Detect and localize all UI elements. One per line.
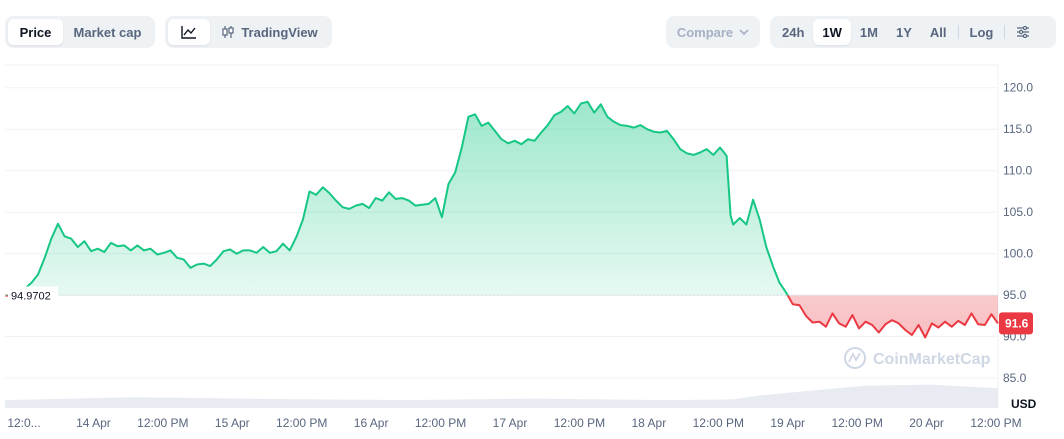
tradingview-label: TradingView — [241, 24, 318, 40]
range-24h[interactable]: 24h — [773, 19, 813, 45]
y-tick-label: 105.0 — [1003, 205, 1033, 219]
price-area — [4, 100, 999, 339]
x-tick-label: 20 Apr — [909, 416, 944, 430]
x-tick-label: 12:00 PM — [276, 416, 327, 430]
divider — [1004, 25, 1006, 39]
x-tick-label: 12:0... — [7, 416, 40, 430]
x-tick-label: 16 Apr — [354, 416, 389, 430]
range-1w[interactable]: 1W — [813, 19, 851, 45]
chart-type-switch: Price Market cap — [5, 16, 155, 48]
range-1y[interactable]: 1Y — [887, 19, 921, 45]
y-tick-label: 120.0 — [1003, 81, 1033, 95]
price-chart-svg: CoinMarketCap 94.9702 85.090.095.0100.01… — [4, 64, 1037, 430]
baseline-label: 94.9702 — [11, 290, 51, 302]
y-tick-label: 115.0 — [1003, 122, 1032, 136]
x-tick-label: 12:00 PM — [693, 416, 744, 430]
watermark-text: CoinMarketCap — [873, 351, 991, 368]
candlestick-icon — [222, 26, 234, 38]
currency-label: USD — [1011, 397, 1037, 411]
tradingview-button[interactable]: TradingView — [210, 19, 329, 45]
y-tick-label: 100.0 — [1003, 247, 1033, 261]
y-tick-label: 95.0 — [1003, 288, 1027, 302]
compare-dropdown[interactable]: Compare — [666, 16, 760, 48]
y-tick-label: 110.0 — [1003, 164, 1032, 178]
x-tick-label: 17 Apr — [493, 416, 528, 430]
chevron-down-icon — [739, 28, 749, 35]
sliders-icon — [1017, 26, 1030, 38]
coinmarketcap-watermark: CoinMarketCap — [844, 347, 991, 369]
tab-price[interactable]: Price — [8, 19, 63, 45]
x-tick-label: 15 Apr — [215, 416, 250, 430]
y-tick-label: 85.0 — [1003, 371, 1027, 385]
current-price-label: 91.6 — [1005, 316, 1029, 330]
x-tick-label: 12:00 PM — [415, 416, 466, 430]
compare-label: Compare — [676, 24, 734, 40]
x-tick-label: 12:00 PM — [137, 416, 188, 430]
log-scale-button[interactable]: Log — [961, 19, 1003, 45]
line-chart-button[interactable] — [168, 19, 210, 45]
x-tick-label: 12:00 PM — [970, 416, 1021, 430]
volume-area — [5, 384, 998, 408]
x-tick-label: 18 Apr — [632, 416, 667, 430]
volume-bars — [5, 384, 998, 408]
x-tick-label: 14 Apr — [76, 416, 111, 430]
line-chart-icon — [181, 26, 196, 39]
x-tick-label: 12:00 PM — [831, 416, 882, 430]
time-range-switch: 24h 1W 1M 1Y All Log — [770, 16, 1056, 48]
price-chart[interactable]: CoinMarketCap 94.9702 85.0 90.0 95.0 100.0 1… — [0, 62, 1064, 439]
chart-settings-button[interactable] — [1007, 19, 1039, 45]
range-all[interactable]: All — [921, 19, 956, 45]
chart-view-switch: TradingView — [165, 16, 332, 48]
range-1m[interactable]: 1M — [851, 19, 887, 45]
x-tick-label: 19 Apr — [770, 416, 805, 430]
x-tick-label: 12:00 PM — [554, 416, 605, 430]
divider — [957, 25, 959, 39]
tab-market-cap[interactable]: Market cap — [63, 19, 152, 45]
